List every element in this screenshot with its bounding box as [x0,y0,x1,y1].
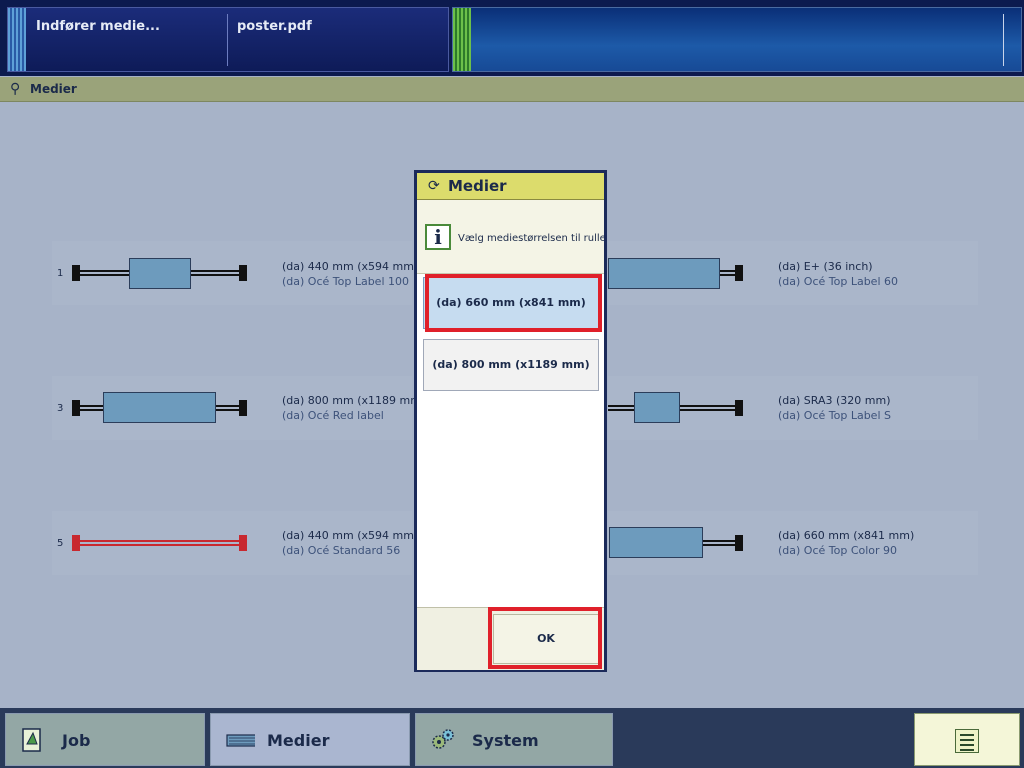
roll-size: (da) E+ (36 inch) [778,260,873,273]
roll-cap-right [735,265,743,281]
bottom-nav-bar: Job Medier System [0,708,1024,768]
media-size-dialog: ⟳ Medier i Vælg mediestørrelsen til rull… [414,170,607,672]
dialog-footer: OK [417,607,604,670]
job-panel-divider [227,14,228,66]
roll-5[interactable]: 5 (da) 440 mm (x594 mm) (da) Océ Standar… [52,511,418,575]
roll-cap-left [72,535,80,551]
roll-media-name: (da) Océ Standard 56 [282,544,401,557]
roll-media-name: (da) Océ Top Color 90 [778,544,898,557]
media-icon [226,734,255,747]
roll-size: (da) 660 mm (x841 mm) [778,529,915,542]
roll-media-name: (da) Océ Top Label S [778,409,891,422]
printer-status-panel[interactable] [452,7,1022,72]
roll-6[interactable]: (da) 660 mm (x841 mm) (da) Océ Top Color… [608,511,978,575]
roll-axle [720,270,736,276]
job-file-name: poster.pdf [237,19,312,34]
roll-media [103,392,216,423]
roll-1[interactable]: 1 (da) 440 mm (x594 mm) (da) Océ Top Lab… [52,241,418,305]
roll-size: (da) 440 mm (x594 mm) [282,529,419,542]
option-label: (da) 800 mm (x1189 mm) [432,358,590,371]
ok-button[interactable]: OK [493,614,599,664]
job-icon [22,728,41,752]
media-refresh-icon: ⟳ [428,178,440,194]
roll-number: 5 [57,538,64,549]
media-size-option[interactable]: (da) 800 mm (x1189 mm) [423,339,599,391]
roll-cap-right [239,265,247,281]
roll-2[interactable]: (da) E+ (36 inch) (da) Océ Top Label 60 [608,241,978,305]
roll-number: 3 [57,403,64,414]
roll-media [129,258,191,289]
roll-cap-right [239,535,247,551]
roll-cap-right [735,535,743,551]
option-label: (da) 660 mm (x841 mm) [436,296,586,309]
dialog-message: Vælg mediestørrelsen til rulle 5 [458,233,604,244]
roll-media-name: (da) Océ Red label [282,409,384,422]
tab-label: Medier [267,731,330,750]
dialog-info-area: i Vælg mediestørrelsen til rulle 5 [417,200,604,274]
job-progress-stripe [8,8,26,71]
roll-cap-left [72,400,80,416]
job-status-panel[interactable]: Indfører medie... poster.pdf [7,7,449,72]
gears-icon [432,729,454,749]
roll-cap-right [735,400,743,416]
media-size-option-selected[interactable]: (da) 660 mm (x841 mm) [423,277,599,329]
roll-size: (da) SRA3 (320 mm) [778,394,891,407]
tab-label: Job [62,731,91,750]
roll-media-name: (da) Océ Top Label 60 [778,275,899,288]
menu-list-icon [955,729,979,753]
top-status-bar: Indfører medie... poster.pdf [0,0,1024,76]
roll-number: 1 [57,268,64,279]
section-header: ⚲ Medier [0,77,1024,102]
menu-button[interactable] [914,713,1020,766]
roll-cap-right [239,400,247,416]
roll-4[interactable]: (da) SRA3 (320 mm) (da) Océ Top Label S [608,376,978,440]
section-title: Medier [30,82,77,96]
roll-axle [703,540,736,546]
media-icon: ⚲ [10,81,21,97]
dialog-title-bar: ⟳ Medier [417,173,604,200]
roll-axle [80,540,240,546]
roll-size: (da) 440 mm (x594 mm) [282,260,419,273]
roll-media-name: (da) Océ Top Label 100 [282,275,409,288]
dialog-title: Medier [448,177,507,195]
tab-label: System [472,731,539,750]
job-status-text: Indfører medie... [36,19,160,34]
status-panel-divider [1003,14,1004,66]
tab-medier[interactable]: Medier [210,713,410,766]
roll-size: (da) 800 mm (x1189 mm) [282,394,426,407]
printer-status-stripe [453,8,471,71]
tab-job[interactable]: Job [5,713,205,766]
roll-media [634,392,680,423]
tab-system[interactable]: System [415,713,613,766]
info-icon: i [425,224,451,250]
roll-3[interactable]: 3 (da) 800 mm (x1189 mm) (da) Océ Red la… [52,376,425,440]
roll-cap-left [72,265,80,281]
roll-media [609,527,703,558]
roll-media [608,258,720,289]
